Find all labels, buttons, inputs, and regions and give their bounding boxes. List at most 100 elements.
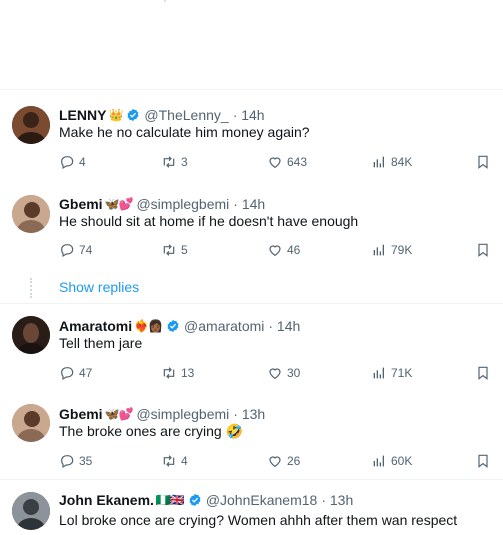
timestamp[interactable]: · 14h [233,107,265,123]
name-emoji: ❤️‍🔥👩🏾 [134,319,163,333]
scroll-dot [164,0,166,2]
tweet-actions: 74 5 46 79K [59,242,495,262]
timestamp[interactable]: · 14h [233,196,265,212]
display-name[interactable]: Gbemi [59,196,103,212]
bookmark-button[interactable] [475,242,495,258]
like-button[interactable]: 46 [267,242,300,258]
tweet-header: Gbemi 🦋💕 @simplegbemi · 13h [59,405,265,423]
reply-icon [61,244,74,258]
display-name[interactable]: Gbemi [59,406,103,422]
reply-button[interactable]: 4 [59,154,86,170]
views-button[interactable]: 84K [371,154,412,170]
bookmark-button[interactable] [475,453,495,469]
reply-count: 74 [79,243,93,257]
reply-button[interactable]: 35 [59,453,92,469]
tweet-amaratomi[interactable]: Amaratomi ❤️‍🔥👩🏾 @amaratomi · 14h Tell t… [0,315,503,385]
like-button[interactable]: 26 [267,453,300,469]
bookmark-icon [478,366,488,380]
retweet-button[interactable]: 13 [161,365,194,381]
retweet-button[interactable]: 4 [161,453,188,469]
retweet-icon [163,156,175,168]
divider [0,89,503,90]
like-count: 26 [287,454,301,468]
timestamp[interactable]: · 13h [321,492,353,508]
name-emoji: 👑 [108,108,123,122]
like-count: 46 [287,243,301,257]
analytics-icon [373,156,384,168]
retweet-icon [163,244,175,256]
views-button[interactable]: 79K [371,242,412,258]
tweet-text: Tell them jare [59,335,143,351]
name-emoji: 🦋💕 [104,197,134,211]
verified-icon [127,108,139,122]
reply-count: 35 [79,454,93,468]
analytics-icon [373,367,384,379]
retweet-button[interactable]: 5 [161,242,188,258]
timestamp[interactable]: · 14h [268,318,300,334]
handle[interactable]: @amaratomi [184,318,264,334]
tweet-actions: 47 13 30 71K [59,365,495,385]
tweet-header: Gbemi 🦋💕 @simplegbemi · 14h [59,195,265,213]
tweet-actions: 35 4 26 60K [59,453,495,473]
tweet-gbemi-2[interactable]: Gbemi 🦋💕 @simplegbemi · 13h The broke on… [0,403,503,473]
tweet-header: John Ekanem. 🇳🇬🇬🇧 @JohnEkanem18 · 13h [59,491,353,509]
heart-icon [269,368,281,380]
retweet-count: 5 [181,243,188,257]
retweet-count: 13 [181,366,195,380]
show-replies-link[interactable]: Show replies [59,279,139,295]
bookmark-button[interactable] [475,365,495,381]
verified-icon [189,493,201,507]
heart-icon [269,456,281,468]
bookmark-icon [478,155,488,169]
reply-button[interactable]: 47 [59,365,92,381]
tweet-lenny[interactable]: LENNY 👑 @TheLenny_ · 14h Make he no calc… [0,104,503,174]
retweet-count: 4 [181,454,188,468]
reply-count: 47 [79,366,93,380]
retweet-icon [163,455,175,467]
handle[interactable]: @TheLenny_ [144,107,228,123]
thread-line [30,278,34,298]
reply-icon [61,367,74,381]
tweet-text: Lol broke once are crying? Women ahhh af… [59,512,458,528]
avatar[interactable] [12,195,50,233]
retweet-count: 3 [181,155,188,169]
retweet-button[interactable]: 3 [161,154,188,170]
tweet-john-ekanem[interactable]: John Ekanem. 🇳🇬🇬🇧 @JohnEkanem18 · 13h Lo… [0,491,503,535]
avatar[interactable] [12,106,50,144]
display-name[interactable]: Amaratomi [59,318,132,334]
handle[interactable]: @simplegbemi [136,406,229,422]
heart-icon [269,157,281,169]
divider [0,479,503,480]
tweet-gbemi-1[interactable]: Gbemi 🦋💕 @simplegbemi · 14h He should si… [0,193,503,263]
timestamp[interactable]: · 13h [233,406,265,422]
name-emoji: 🇳🇬🇬🇧 [155,493,185,507]
bookmark-icon [478,243,488,257]
views-button[interactable]: 60K [371,453,412,469]
view-count: 79K [391,243,413,257]
view-count: 84K [391,155,413,169]
divider [0,303,503,304]
handle[interactable]: @JohnEkanem18 [206,492,318,508]
avatar[interactable] [12,492,50,530]
like-button[interactable]: 643 [267,154,307,170]
like-button[interactable]: 30 [267,365,300,381]
analytics-icon [373,244,384,256]
view-count: 60K [391,454,413,468]
retweet-icon [163,367,175,379]
tweet-header: Amaratomi ❤️‍🔥👩🏾 @amaratomi · 14h [59,317,300,335]
views-button[interactable]: 71K [371,365,412,381]
handle[interactable]: @simplegbemi [136,196,229,212]
like-count: 30 [287,366,301,380]
display-name[interactable]: John Ekanem. [59,492,154,508]
tweet-actions: 4 3 643 84K [59,154,495,174]
avatar[interactable] [12,404,50,442]
tweet-text: He should sit at home if he doesn't have… [59,213,359,229]
display-name[interactable]: LENNY [59,107,106,123]
reply-icon [61,455,74,469]
reply-icon [61,156,74,170]
avatar[interactable] [12,316,50,354]
reply-button[interactable]: 74 [59,242,92,258]
bookmark-button[interactable] [475,154,495,170]
tweet-text: Make he no calculate him money again? [59,124,310,140]
name-emoji: 🦋💕 [104,407,134,421]
